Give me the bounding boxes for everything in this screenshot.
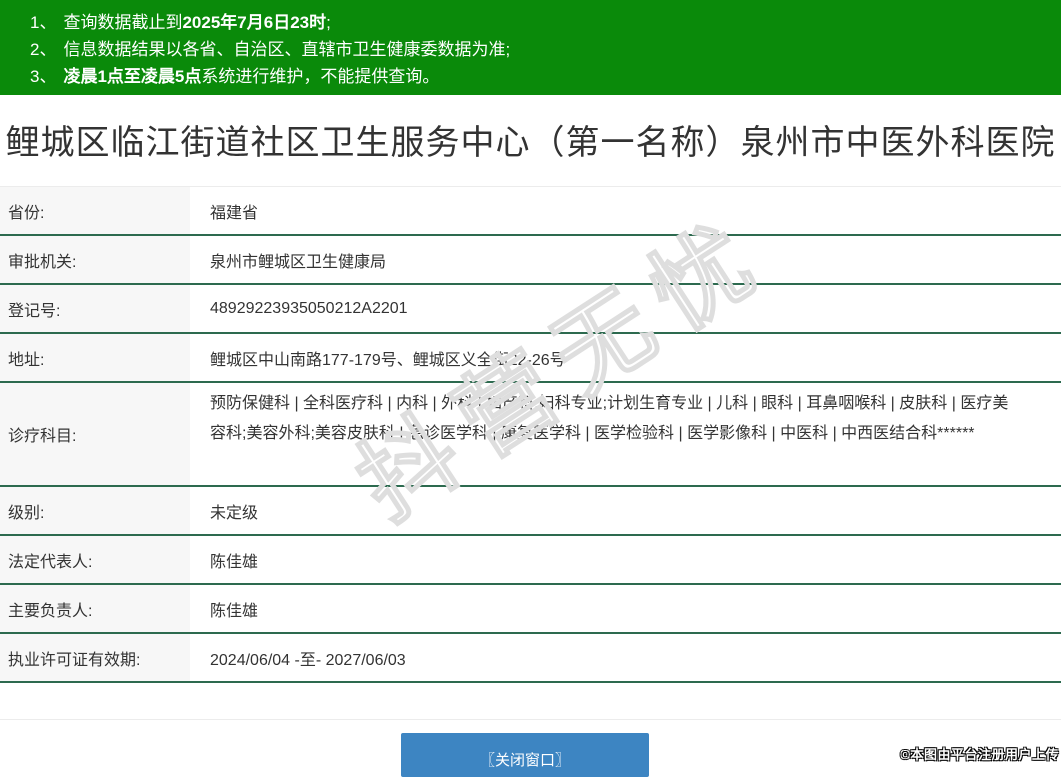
notice-line-3: 3、凌晨1点至凌晨5点系统进行维护，不能提供查询。 <box>30 63 1051 90</box>
table-row-license-validity: 执业许可证有效期: 2024/06/04 -至- 2027/06/03 <box>0 634 1061 683</box>
row-value: 预防保健科 | 全科医疗科 | 内科 | 外科 | 妇产科;妇科专业;计划生育专… <box>190 383 1061 485</box>
row-label: 执业许可证有效期: <box>0 634 190 681</box>
row-label: 诊疗科目: <box>0 383 190 485</box>
table-row-province: 省份: 福建省 <box>0 187 1061 236</box>
table-row-level: 级别: 未定级 <box>0 487 1061 536</box>
table-row-legal-representative: 法定代表人: 陈佳雄 <box>0 536 1061 585</box>
copyright-watermark: ©本图由平台注册用户上传 <box>900 744 1059 763</box>
row-label: 法定代表人: <box>0 536 190 583</box>
notice-line-2: 2、信息数据结果以各省、自治区、直辖市卫生健康委数据为准; <box>30 36 1051 63</box>
row-value: 陈佳雄 <box>190 585 1061 632</box>
row-value: 48929223935050212A2201 <box>190 285 1061 332</box>
notice-number: 3、 <box>30 67 56 86</box>
notice-text-bold: 2025年7月6日23时 <box>182 13 326 32</box>
notice-number: 1、 <box>30 13 56 32</box>
notice-text: 系统进行维护，不能提供查询。 <box>201 67 439 86</box>
row-value: 泉州市鲤城区卫生健康局 <box>190 236 1061 283</box>
row-value: 陈佳雄 <box>190 536 1061 583</box>
table-row-registration-number: 登记号: 48929223935050212A2201 <box>0 285 1061 334</box>
row-label: 级别: <box>0 487 190 534</box>
row-value: 未定级 <box>190 487 1061 534</box>
row-value: 2024/06/04 -至- 2027/06/03 <box>190 634 1061 681</box>
row-value: 福建省 <box>190 187 1061 234</box>
detail-table: 省份: 福建省 审批机关: 泉州市鲤城区卫生健康局 登记号: 489292239… <box>0 186 1061 683</box>
row-label: 省份: <box>0 187 190 234</box>
table-row-approval-authority: 审批机关: 泉州市鲤城区卫生健康局 <box>0 236 1061 285</box>
row-label: 主要负责人: <box>0 585 190 632</box>
notice-text: 查询数据截止到 <box>63 13 182 32</box>
notice-text-bold: 凌晨1点至凌晨5点 <box>63 67 201 86</box>
row-label: 地址: <box>0 334 190 381</box>
notice-number: 2、 <box>30 40 56 59</box>
table-row-principal: 主要负责人: 陈佳雄 <box>0 585 1061 634</box>
page-title: 鲤城区临江街道社区卫生服务中心（第一名称）泉州市中医外科医院 <box>0 118 1061 168</box>
footer-divider <box>0 719 1061 720</box>
notice-text: 信息数据结果以各省、自治区、直辖市卫生健康委数据为准; <box>63 40 510 59</box>
notice-banner: 1、查询数据截止到2025年7月6日23时; 2、信息数据结果以各省、自治区、直… <box>0 0 1061 95</box>
notice-text: ; <box>326 13 331 32</box>
table-row-address: 地址: 鲤城区中山南路177-179号、鲤城区义全街22-26号 <box>0 334 1061 383</box>
table-row-medical-subjects: 诊疗科目: 预防保健科 | 全科医疗科 | 内科 | 外科 | 妇产科;妇科专业… <box>0 383 1061 487</box>
notice-line-1: 1、查询数据截止到2025年7月6日23时; <box>30 9 1051 36</box>
close-window-button[interactable]: 〖关闭窗口〗 <box>401 733 649 777</box>
row-label: 登记号: <box>0 285 190 332</box>
row-value: 鲤城区中山南路177-179号、鲤城区义全街22-26号 <box>190 334 1061 381</box>
row-label: 审批机关: <box>0 236 190 283</box>
